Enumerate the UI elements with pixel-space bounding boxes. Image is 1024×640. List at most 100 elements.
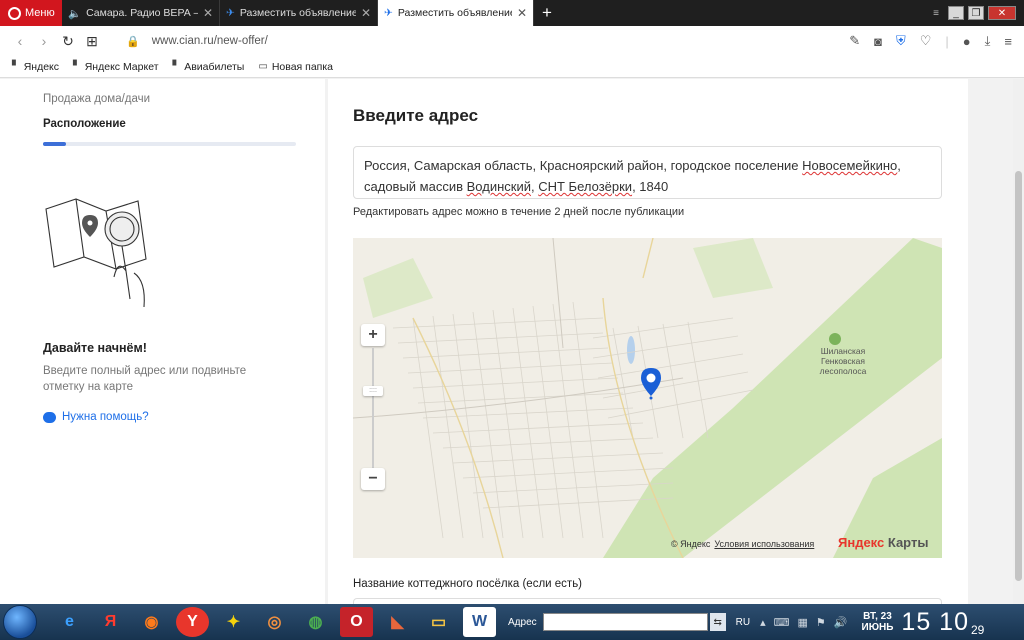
- tray-expand-icon[interactable]: ▴: [760, 616, 766, 629]
- bookmark-label: Новая папка: [271, 60, 334, 73]
- lock-icon: 🔒: [126, 35, 140, 48]
- bookmark-label: Яндекс: [23, 60, 60, 73]
- minimize-button[interactable]: _: [948, 6, 964, 20]
- new-tab-button[interactable]: +: [534, 0, 560, 26]
- taskbar-address-input[interactable]: [542, 613, 708, 631]
- taskbar-date[interactable]: ВТ, 23 ИЮНЬ: [862, 611, 894, 633]
- scrollbar-thumb[interactable]: [1015, 171, 1022, 581]
- edit-icon[interactable]: ✎: [849, 33, 860, 49]
- taskbar-seconds: 29: [970, 623, 985, 637]
- zoom-track[interactable]: [372, 348, 374, 468]
- step-current: Расположение: [43, 118, 126, 130]
- copyright-text: © Яндекс: [671, 539, 711, 549]
- volume-icon[interactable]: 🔊: [834, 616, 848, 629]
- chrome-icon[interactable]: ◍: [299, 607, 332, 637]
- help-link[interactable]: Нужна помощь?: [43, 411, 149, 423]
- yandex-map[interactable]: + :::: − Шиланская Генковская лесополоса…: [353, 238, 942, 558]
- start-title: Давайте начнём!: [43, 341, 147, 355]
- close-icon[interactable]: ✕: [517, 6, 527, 20]
- camera-icon[interactable]: ◙: [874, 34, 882, 49]
- url-text[interactable]: www.cian.ru/new-offer/: [152, 35, 268, 47]
- restore-button[interactable]: ❐: [968, 6, 984, 20]
- network-icon[interactable]: ▦: [798, 616, 808, 629]
- zoom-in-button[interactable]: +: [361, 324, 385, 346]
- address-input[interactable]: Россия, Самарская область, Красноярский …: [353, 146, 942, 199]
- folder-icon: ▭: [258, 61, 268, 72]
- yandex-disk-icon[interactable]: ✦: [217, 607, 250, 637]
- opera-logo-icon: [8, 6, 21, 20]
- shield-icon[interactable]: ⛨: [896, 33, 906, 49]
- bookmark-yandex[interactable]: ▘ Яндекс: [12, 61, 59, 73]
- heart-icon[interactable]: ♡: [920, 33, 932, 49]
- keyboard-icon[interactable]: ⌨: [774, 616, 790, 629]
- close-window-button[interactable]: ✕: [988, 6, 1016, 20]
- yandex-icon[interactable]: Я: [94, 607, 127, 637]
- divider: |: [945, 33, 949, 49]
- taskbar-time[interactable]: 15 10: [901, 608, 969, 637]
- bookmark-label: Авиабилеты: [184, 60, 245, 73]
- bookmark-aviabilety[interactable]: ▘ Авиабилеты: [173, 61, 245, 73]
- bookmark-new-folder[interactable]: ▭ Новая папка: [258, 61, 333, 73]
- go-icon[interactable]: ⇆: [709, 613, 726, 631]
- speed-dial-icon[interactable]: ⊞: [80, 33, 104, 50]
- windows-taskbar: e Я ◉ Y ✦ ◎ ◍ O ◣ ▭ W Адрес ⇆ RU ▴ ⌨ ▦ ⚑…: [0, 604, 1024, 640]
- yandex-maps-logo[interactable]: Яндекс Карты: [838, 535, 928, 550]
- address-part: , 1840: [632, 179, 669, 194]
- tab-title: Самара. Радио ВЕРА —: [86, 7, 198, 19]
- start-button[interactable]: [3, 605, 37, 639]
- start-hint: Введите полный адрес или подвиньте отмет…: [43, 365, 247, 393]
- date-line1: ВТ, 23: [863, 611, 892, 622]
- eye-icon[interactable]: ◎: [258, 607, 291, 637]
- map-search-illustration-icon: [45, 198, 147, 308]
- terms-link[interactable]: Условия использования: [714, 539, 814, 549]
- app-icon[interactable]: ◣: [381, 607, 414, 637]
- step-previous[interactable]: Продажа дома/дачи: [43, 93, 150, 105]
- address-part: садовый массив: [364, 179, 467, 194]
- reload-icon[interactable]: ↻: [56, 33, 80, 50]
- zoom-out-button[interactable]: −: [361, 468, 385, 490]
- back-icon[interactable]: ‹: [8, 33, 32, 49]
- page-icon: ▘: [73, 61, 81, 72]
- tab-cian-2[interactable]: ✈ Разместить объявление о ✕: [378, 0, 534, 26]
- internet-explorer-icon[interactable]: e: [53, 607, 86, 637]
- yandex-browser-icon[interactable]: Y: [176, 607, 209, 637]
- page-scrollbar[interactable]: [1013, 79, 1024, 604]
- bookmark-yandex-market[interactable]: ▘ Яндекс Маркет: [73, 61, 159, 73]
- address-bar[interactable]: 🔒 www.cian.ru/new-offer/: [126, 35, 268, 48]
- opera-icon[interactable]: O: [340, 607, 373, 637]
- tab-cian-1[interactable]: ✈ Разместить объявление о ✕: [220, 0, 378, 26]
- date-line2: ИЮНЬ: [861, 622, 894, 633]
- menu-label: Меню: [25, 7, 55, 19]
- page-content: Продажа дома/дачи Расположение Давайте н…: [0, 79, 1024, 604]
- taskbar-apps: e Я ◉ Y ✦ ◎ ◍ O ◣ ▭ W: [53, 607, 496, 637]
- address-part: Россия, Самарская область, Красноярский …: [364, 158, 803, 173]
- bookmarks-bar: ▘ Яндекс ▘ Яндекс Маркет ▘ Авиабилеты ▭ Нова…: [0, 56, 1024, 78]
- logo-ya: Яндекс: [838, 535, 885, 550]
- chat-bubble-icon: [43, 411, 56, 423]
- flag-icon[interactable]: ⚑: [816, 616, 826, 629]
- cian-icon: ✈: [226, 7, 235, 19]
- progress-bar: [43, 142, 296, 146]
- tab-radio-vera[interactable]: 🔈 Самара. Радио ВЕРА — ✕: [62, 0, 220, 26]
- forward-icon[interactable]: ›: [32, 33, 56, 49]
- forest-label: Шиланская Генковская лесополоса: [819, 346, 867, 376]
- progress-fill: [43, 142, 66, 146]
- explorer-folder-icon[interactable]: ▭: [422, 607, 455, 637]
- tab-menu-icon[interactable]: ≡: [928, 6, 944, 20]
- word-icon[interactable]: W: [463, 607, 496, 637]
- address-part: Водинский: [466, 179, 531, 194]
- close-icon[interactable]: ✕: [361, 6, 371, 20]
- zoom-slider-handle[interactable]: ::::: [363, 386, 383, 396]
- download-icon[interactable]: ⤓: [985, 33, 991, 49]
- window-controls: ≡ _ ❐ ✕: [928, 0, 1024, 26]
- address-part: Новосемейкино: [802, 158, 898, 173]
- page-icon: ▘: [12, 61, 20, 72]
- address-part: ,: [897, 158, 901, 173]
- close-icon[interactable]: ✕: [203, 6, 213, 20]
- opera-menu-button[interactable]: Меню: [0, 0, 62, 26]
- account-icon[interactable]: ●: [963, 34, 971, 49]
- zoom-control: + :::: −: [361, 324, 385, 492]
- menu-icon[interactable]: ≡: [1004, 34, 1012, 49]
- language-indicator[interactable]: RU: [736, 617, 750, 628]
- firefox-icon[interactable]: ◉: [135, 607, 168, 637]
